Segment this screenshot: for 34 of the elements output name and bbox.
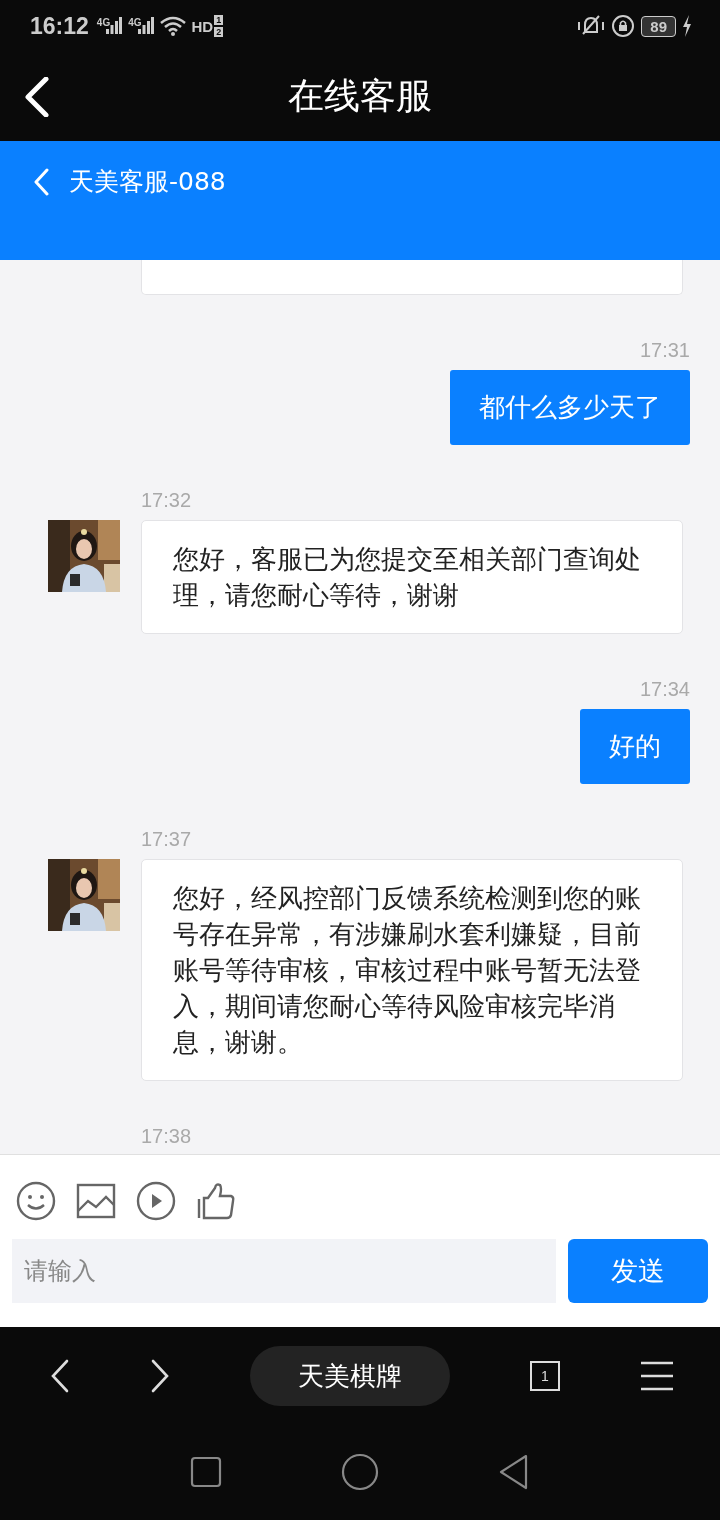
received-message: 您好，经风控部门反馈系统检测到您的账号存在异常，有涉嫌刷水套利嫌疑，目前账号等待审核，审核过程中账号暂无法登入，期间请您耐心等待风险审核完毕消息，谢谢。 bbox=[141, 859, 683, 1081]
clock-time: 16:12 bbox=[30, 12, 89, 40]
sim-number: 1 bbox=[214, 15, 224, 25]
charging-icon bbox=[682, 15, 692, 37]
received-message: 您好，客服已为您提交至相关部门查询处理，请您耐心等待，谢谢 bbox=[141, 520, 683, 634]
hd-label: HD bbox=[191, 17, 214, 35]
emoji-icon[interactable] bbox=[16, 1181, 56, 1221]
play-icon[interactable] bbox=[136, 1181, 176, 1221]
message-input[interactable]: 请输入 bbox=[12, 1239, 556, 1303]
message-time: 17:37 bbox=[140, 827, 193, 851]
message-time: 17:34 bbox=[638, 677, 691, 701]
tab-count-button[interactable]: 1 bbox=[530, 1360, 560, 1391]
network-type: 4G bbox=[96, 17, 111, 28]
image-icon[interactable] bbox=[76, 1183, 116, 1219]
message-time: 17:38 bbox=[140, 1124, 193, 1148]
message-time: 17:31 bbox=[638, 338, 691, 362]
recents-icon[interactable] bbox=[189, 1456, 222, 1488]
sent-message: 好的 bbox=[580, 709, 690, 784]
back-icon[interactable] bbox=[50, 1358, 70, 1393]
home-icon[interactable] bbox=[341, 1453, 379, 1491]
agent-name: 天美客服-088 bbox=[69, 168, 226, 196]
sent-message: 都什么多少天了 bbox=[450, 370, 690, 445]
site-title-button[interactable]: 天美棋牌 bbox=[250, 1345, 450, 1406]
sim-number: 2 bbox=[214, 27, 224, 37]
forward-icon[interactable] bbox=[150, 1358, 170, 1393]
rotation-lock-icon bbox=[611, 14, 636, 38]
wifi-icon bbox=[159, 16, 186, 36]
menu-icon[interactable] bbox=[640, 1360, 674, 1391]
page-title: 在线客服 bbox=[287, 74, 433, 118]
thumbs-up-icon[interactable] bbox=[196, 1182, 236, 1220]
send-button[interactable]: 发送 bbox=[568, 1239, 708, 1303]
message-time: 17:32 bbox=[140, 488, 193, 512]
battery-level: 89 bbox=[641, 15, 676, 37]
network-type: 4G bbox=[128, 17, 142, 28]
